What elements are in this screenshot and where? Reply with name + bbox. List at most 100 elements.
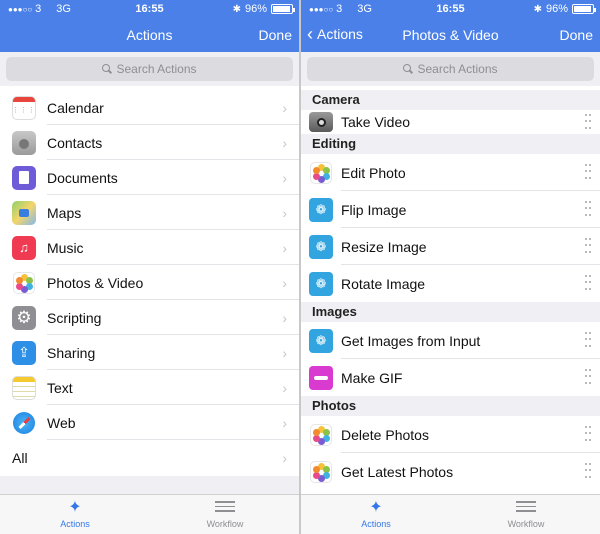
category-text[interactable]: Text ›: [0, 370, 299, 405]
list-lines-icon: [516, 501, 536, 515]
action-edit-photo[interactable]: Edit Photo: [301, 154, 600, 191]
drag-handle-icon[interactable]: [585, 275, 591, 292]
action-resize-image[interactable]: ❁ Resize Image: [301, 228, 600, 265]
section-header: Images: [301, 302, 600, 322]
tab-workflow[interactable]: Workflow: [185, 497, 265, 529]
tab-label: Actions: [60, 519, 90, 529]
tab-bar: ✦ Actions Workflow: [301, 494, 600, 534]
action-flip-image[interactable]: ❁ Flip Image: [301, 191, 600, 228]
music-icon: ♫: [12, 235, 36, 260]
tab-label: Actions: [361, 519, 391, 529]
status-right: ✱ 96%: [533, 3, 596, 15]
chevron-right-icon: ›: [282, 345, 287, 361]
action-label: Resize Image: [341, 238, 427, 255]
documents-icon: [12, 165, 36, 190]
category-web[interactable]: Web ›: [0, 405, 299, 440]
search-bar: Search Actions: [301, 52, 600, 86]
action-label: Get Latest Photos: [341, 463, 454, 480]
chevron-right-icon: ›: [282, 240, 287, 256]
category-documents[interactable]: Documents ›: [0, 160, 299, 195]
done-button[interactable]: Done: [259, 27, 292, 43]
category-calendar[interactable]: ⋮⋮⋮ Calendar ›: [0, 90, 299, 125]
category-label: Documents: [47, 169, 118, 186]
search-input[interactable]: Search Actions: [6, 57, 293, 81]
photos-icon: [309, 422, 333, 447]
gif-icon: [309, 365, 333, 390]
category-label: Maps: [47, 204, 82, 221]
chevron-right-icon: ›: [282, 100, 287, 116]
list-lines-icon: [215, 501, 235, 515]
search-icon: [403, 64, 413, 74]
category-scripting[interactable]: ⚙ Scripting ›: [0, 300, 299, 335]
category-label: Scripting: [47, 309, 102, 326]
category-label: Web: [47, 414, 76, 431]
category-label: Music: [47, 239, 84, 256]
calendar-icon: ⋮⋮⋮: [12, 95, 36, 120]
category-music[interactable]: ♫ Music ›: [0, 230, 299, 265]
category-label: Calendar: [47, 99, 104, 116]
search-placeholder: Search Actions: [116, 62, 197, 76]
drag-handle-icon[interactable]: [585, 201, 591, 218]
list-footer: [0, 476, 299, 494]
bluetooth-icon: ✱: [533, 3, 542, 15]
status-bar: ●●●○○ 3 3G 16:55 ✱ 96%: [301, 0, 600, 17]
drag-handle-icon[interactable]: [585, 369, 591, 386]
search-placeholder: Search Actions: [417, 62, 498, 76]
section-header: Editing: [301, 134, 600, 154]
drag-handle-icon[interactable]: [585, 463, 591, 480]
category-photos-video[interactable]: Photos & Video ›: [0, 265, 299, 300]
battery-icon: [572, 4, 596, 14]
category-sharing[interactable]: ⇪ Sharing ›: [0, 335, 299, 370]
camera-icon: [309, 112, 333, 132]
action-label: Edit Photo: [341, 164, 406, 181]
safari-icon: [12, 410, 36, 435]
drag-handle-icon[interactable]: [585, 114, 591, 131]
category-maps[interactable]: Maps ›: [0, 195, 299, 230]
category-label: Sharing: [47, 344, 96, 361]
chevron-right-icon: ›: [282, 380, 287, 396]
tab-label: Workflow: [507, 519, 545, 529]
actions-screen: ●●●○○ 3 3G 16:55 ✱ 96% Actions Done Sear…: [0, 0, 299, 534]
action-label: Make GIF: [341, 369, 403, 386]
category-list: ⋮⋮⋮ Calendar › Contacts › Documents › Ma…: [0, 90, 299, 475]
category-all[interactable]: All ›: [0, 440, 299, 475]
done-button[interactable]: Done: [560, 27, 593, 43]
page-title: Actions: [126, 27, 173, 43]
gear-icon: ⚙: [12, 305, 36, 330]
tab-actions[interactable]: ✦ Actions: [336, 497, 416, 529]
action-label: Delete Photos: [341, 426, 429, 443]
battery-percent: 96%: [545, 3, 568, 15]
drag-handle-icon[interactable]: [585, 426, 591, 443]
chevron-right-icon: ›: [282, 135, 287, 151]
drag-handle-icon[interactable]: [585, 164, 591, 181]
category-label: Text: [47, 379, 73, 396]
photos-icon: [309, 459, 333, 484]
search-bar: Search Actions: [0, 52, 299, 86]
action-delete-photos[interactable]: Delete Photos: [301, 416, 600, 453]
tab-workflow[interactable]: Workflow: [486, 497, 566, 529]
image-atom-icon: ❁: [309, 234, 333, 259]
action-label: Take Video: [341, 114, 411, 130]
tab-bar: ✦ Actions Workflow: [0, 494, 299, 534]
chevron-right-icon: ›: [282, 415, 287, 431]
category-contacts[interactable]: Contacts ›: [0, 125, 299, 160]
action-take-video[interactable]: Take Video: [301, 110, 600, 134]
chevron-right-icon: ›: [282, 170, 287, 186]
action-get-latest-photos[interactable]: Get Latest Photos: [301, 453, 600, 490]
tab-actions[interactable]: ✦ Actions: [35, 497, 115, 529]
action-make-gif[interactable]: Make GIF: [301, 359, 600, 396]
tab-label: Workflow: [206, 519, 244, 529]
category-label: All: [12, 449, 28, 466]
drag-handle-icon[interactable]: [585, 332, 591, 349]
battery-fill: [273, 6, 291, 12]
action-rotate-image[interactable]: ❁ Rotate Image: [301, 265, 600, 302]
maps-icon: [12, 200, 36, 225]
action-get-images-from-input[interactable]: ❁ Get Images from Input: [301, 322, 600, 359]
drag-handle-icon[interactable]: [585, 238, 591, 255]
status-bar: ●●●○○ 3 3G 16:55 ✱ 96%: [0, 0, 299, 17]
category-label: Contacts: [47, 134, 103, 151]
nav-bar: ●●●○○ 3 3G 16:55 ✱ 96% ‹ Actions Photos …: [301, 0, 600, 52]
search-input[interactable]: Search Actions: [307, 57, 594, 81]
chevron-right-icon: ›: [282, 275, 287, 291]
battery-percent: 96%: [244, 3, 267, 15]
